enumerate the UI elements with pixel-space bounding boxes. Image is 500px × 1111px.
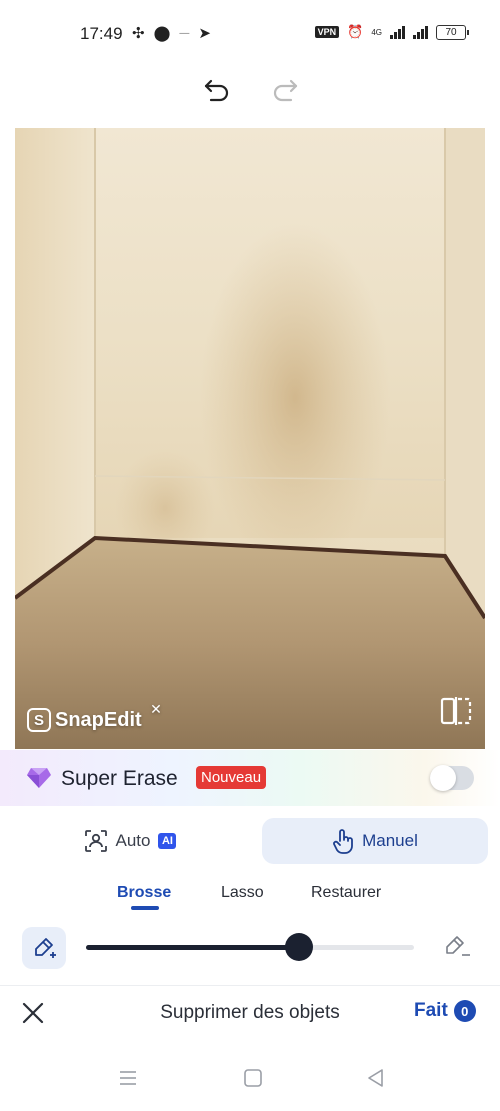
brush-size-slider[interactable] <box>86 933 414 961</box>
slider-handle[interactable] <box>285 933 314 961</box>
ai-badge: AI <box>158 833 177 849</box>
toggle-knob <box>430 765 456 791</box>
brush-plus-icon <box>35 938 56 958</box>
alarm-icon: ⏰ <box>347 24 364 39</box>
minus-icon: — <box>179 27 190 39</box>
super-erase-bar: Super Erase Nouveau <box>0 750 500 806</box>
watermark-text: SnapEdit <box>55 708 142 731</box>
snapedit-watermark: S SnapEdit <box>27 708 142 732</box>
status-time: 17:49 <box>80 24 123 43</box>
telegram-icon: ➤ <box>198 25 211 42</box>
mode-manual-tab[interactable]: Manuel <box>262 818 488 864</box>
home-square-icon <box>244 1069 262 1087</box>
super-erase-toggle[interactable] <box>430 765 474 791</box>
active-tool-indicator <box>131 906 159 910</box>
system-icons: VPN ⏰ 4G 70 <box>314 24 469 40</box>
done-count-badge: 0 <box>453 1000 476 1022</box>
back-triangle-icon <box>368 1069 383 1087</box>
brush-size-increase-button[interactable] <box>22 927 66 969</box>
remove-watermark-button[interactable]: ✕ <box>147 700 165 718</box>
tool-tab-brush[interactable]: Brosse <box>117 884 171 902</box>
brush-minus-icon <box>446 936 470 956</box>
nav-back-button[interactable] <box>364 1066 388 1090</box>
brush-size-decrease-button[interactable] <box>440 932 472 964</box>
vpn-icon: VPN <box>314 26 340 38</box>
status-bar: 17:49 ✣ ⬤ — ➤ VPN ⏰ 4G 70 <box>0 0 500 66</box>
tool-tab-lasso[interactable]: Lasso <box>221 884 264 902</box>
signal-icon-2 <box>413 25 428 39</box>
super-erase-label: Super Erase <box>61 767 178 790</box>
notification-icons: ✣ ⬤ — ➤ <box>132 24 211 42</box>
close-icon <box>22 1002 44 1024</box>
battery-level: 70 <box>445 26 457 38</box>
nav-home-button[interactable] <box>241 1066 265 1090</box>
hand-pointer-icon <box>333 829 354 854</box>
gem-icon <box>27 768 51 788</box>
auto-label: Auto <box>115 831 151 850</box>
undo-button[interactable] <box>202 76 232 104</box>
undo-icon <box>204 79 229 102</box>
signal-icon <box>390 25 405 39</box>
redo-button[interactable] <box>270 76 300 104</box>
slider-fill <box>86 945 300 950</box>
compare-icon <box>440 697 472 725</box>
done-button[interactable]: Fait 0 <box>414 1000 476 1022</box>
face-scan-icon <box>84 830 107 852</box>
new-badge: Nouveau <box>196 766 267 789</box>
snapedit-logo: S <box>27 708 51 732</box>
redo-icon <box>273 79 298 102</box>
room-photo <box>15 128 485 749</box>
menu-icon <box>120 1071 136 1085</box>
network-type: 4G <box>371 27 382 37</box>
done-label: Fait <box>414 1000 448 1021</box>
tool-tab-restore[interactable]: Restaurer <box>311 884 381 902</box>
fan-icon: ✣ <box>132 25 145 42</box>
compare-button[interactable] <box>439 696 473 726</box>
battery-icon: 70 <box>436 24 469 40</box>
photo-canvas[interactable]: S SnapEdit ✕ <box>15 128 485 749</box>
alert-icon: ⬤ <box>153 25 171 42</box>
manual-label: Manuel <box>362 831 418 850</box>
close-button[interactable] <box>20 1000 46 1026</box>
divider <box>0 985 500 986</box>
nav-menu-button[interactable] <box>116 1066 140 1090</box>
mode-auto-tab[interactable]: Auto AI <box>12 818 248 864</box>
